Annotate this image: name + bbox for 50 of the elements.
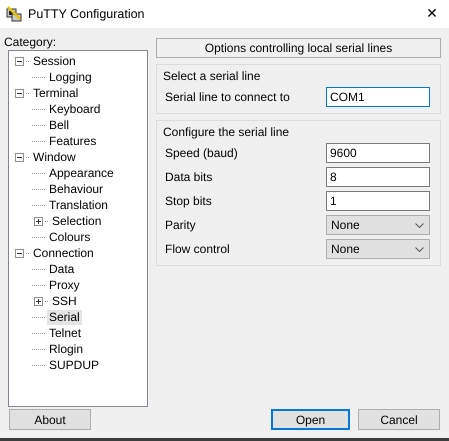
tree-item[interactable]: Appearance <box>47 166 116 180</box>
panel-header: Options controlling local serial lines <box>156 38 441 58</box>
chevron-down-icon <box>415 246 424 252</box>
collapse-icon[interactable] <box>15 248 24 258</box>
dropdown[interactable]: None <box>326 215 430 235</box>
tree-item[interactable]: Logging <box>47 70 94 84</box>
field-label: Data bits <box>165 170 212 184</box>
group-title: Select a serial line <box>163 69 262 83</box>
tree-item[interactable]: Keyboard <box>47 102 102 116</box>
field-label: Serial line to connect to <box>165 90 290 104</box>
tree-item[interactable]: Bell <box>47 118 72 132</box>
app-icon <box>6 6 22 22</box>
tree-item[interactable]: Window <box>31 150 78 164</box>
tree-item[interactable]: SSH <box>50 294 79 308</box>
expand-icon[interactable] <box>34 296 43 306</box>
close-button[interactable]: ✕ <box>415 0 449 28</box>
tree-item[interactable]: Telnet <box>47 326 84 340</box>
text-field[interactable]: COM1 <box>326 87 430 107</box>
tree-item[interactable]: Proxy <box>47 278 82 292</box>
text-field[interactable]: 9600 <box>326 143 430 163</box>
dropdown[interactable]: None <box>326 239 430 259</box>
field-label: Stop bits <box>165 194 212 208</box>
tree-item[interactable]: Translation <box>47 198 110 212</box>
tree-item[interactable]: Colours <box>47 230 92 244</box>
category-label: Category: <box>4 34 58 50</box>
dialog-button[interactable]: Cancel <box>358 409 440 430</box>
collapse-icon[interactable] <box>15 88 24 98</box>
tree-item[interactable]: Features <box>47 134 98 148</box>
tree-item[interactable]: Session <box>31 54 78 68</box>
tree-item[interactable]: Behaviour <box>47 182 106 196</box>
field-label: Speed (baud) <box>165 146 238 160</box>
field-label: Parity <box>165 218 196 232</box>
tree-item[interactable]: Connection <box>31 246 96 260</box>
tree-item[interactable]: Rlogin <box>47 342 86 356</box>
window-title: PuTTY Configuration <box>28 7 146 21</box>
collapse-icon[interactable] <box>15 56 24 66</box>
text-field[interactable]: 1 <box>326 191 430 211</box>
chevron-down-icon <box>415 222 424 228</box>
tree-item[interactable]: Terminal <box>31 86 80 100</box>
tree-item[interactable]: SUPDUP <box>47 358 102 372</box>
dialog-button[interactable]: Open <box>271 409 350 430</box>
dialog-button[interactable]: About <box>9 409 91 430</box>
group-title: Configure the serial line <box>163 125 290 139</box>
text-field[interactable]: 8 <box>326 167 430 187</box>
expand-icon[interactable] <box>34 216 43 226</box>
tree-item[interactable]: Selection <box>50 214 104 228</box>
collapse-icon[interactable] <box>15 152 24 162</box>
tree-item[interactable]: Data <box>47 262 76 276</box>
tree-item[interactable]: Serial <box>47 310 82 324</box>
field-label: Flow control <box>165 242 230 256</box>
